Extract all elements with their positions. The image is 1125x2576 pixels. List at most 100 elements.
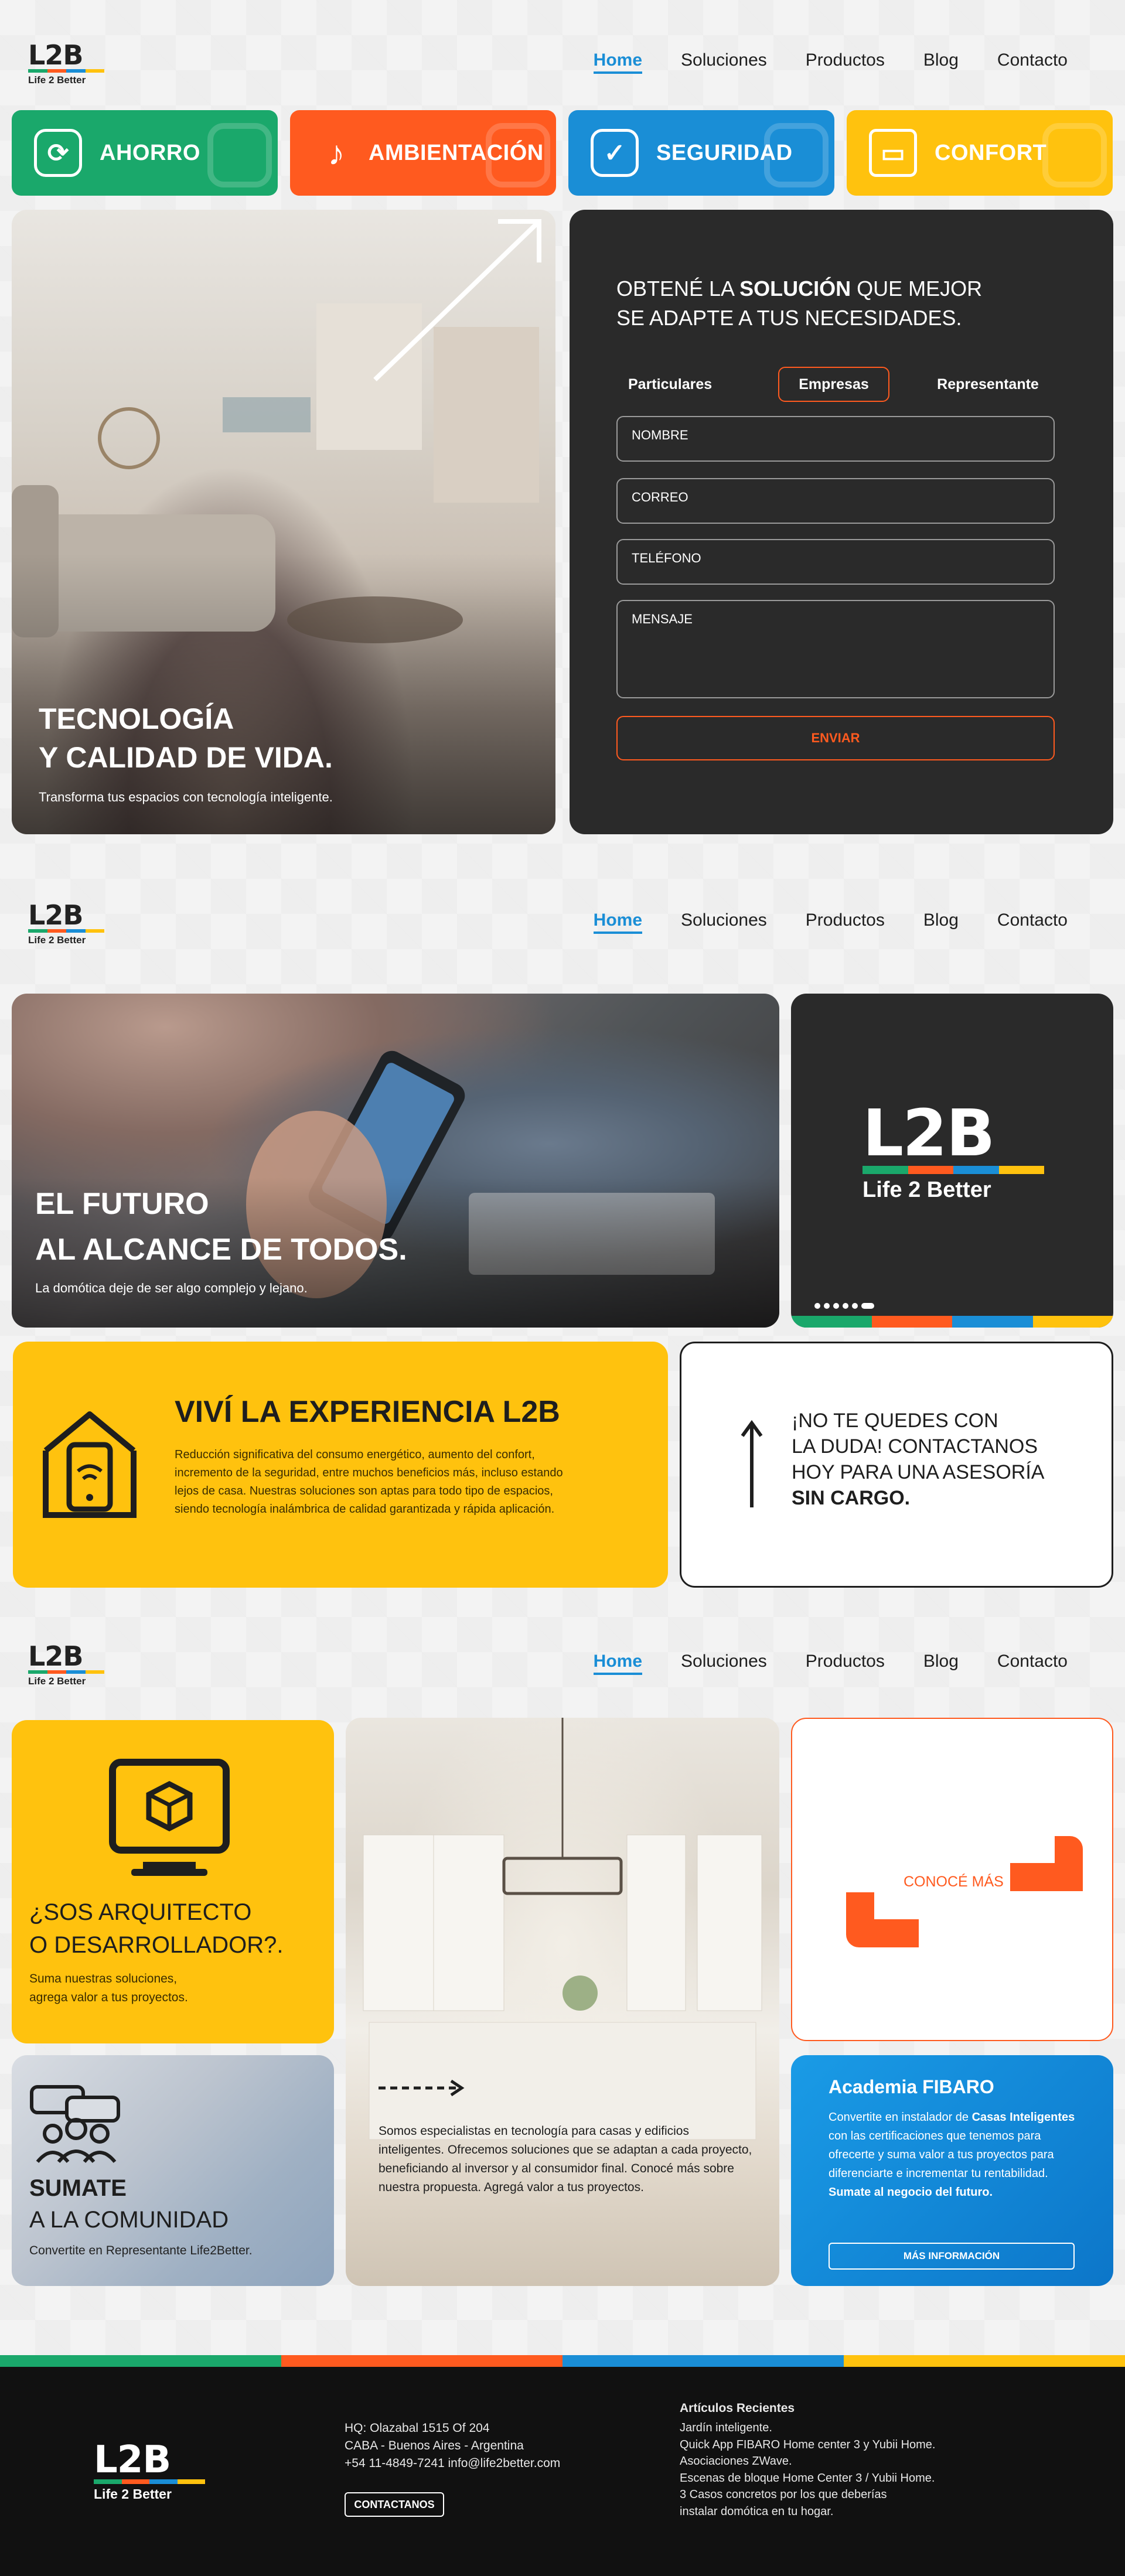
- footer-logo[interactable]: L2B Life 2 Better: [94, 2438, 205, 2502]
- experience-body: Reducción significativa del consumo ener…: [175, 1448, 563, 1516]
- nav-home[interactable]: Home: [593, 50, 643, 74]
- brand-tagline: Life 2 Better: [862, 1178, 991, 1202]
- category-ahorro[interactable]: ⟳ AHORRO: [12, 110, 278, 196]
- recent-article-link[interactable]: instalar domótica en tu hogar.: [680, 2503, 935, 2520]
- conoce-mas-label: CONOCÉ MÁS: [904, 1874, 1004, 1890]
- energy-icon: ⟳: [34, 129, 82, 177]
- nav-productos[interactable]: Productos: [806, 1652, 885, 1671]
- community-body: Convertite en Representante Life2Better.: [29, 2244, 253, 2257]
- conoce-mas-card[interactable]: CONOCÉ MÁS: [791, 1718, 1113, 2041]
- academy-body: Convertite en instalador de Casas Inteli…: [829, 2111, 1075, 2199]
- recent-article-link[interactable]: Quick App FIBARO Home center 3 y Yubii H…: [680, 2437, 935, 2454]
- nav-productos[interactable]: Productos: [806, 50, 885, 70]
- form-tabs: Particulares Empresas Representante: [616, 367, 1058, 402]
- brand-logo-large: L2B Life 2 Better: [862, 1096, 1044, 1203]
- nav-productos[interactable]: Productos: [806, 910, 885, 930]
- sofa-icon: ▭: [869, 129, 917, 177]
- logo-tagline: Life 2 Better: [28, 1676, 86, 1687]
- contact-cta-text: ¡NO TE QUEDES CON LA DUDA! CONTACTANOS H…: [792, 1410, 1045, 1509]
- site-header-3: L2B Life 2 Better Home Soluciones Produc…: [0, 1601, 1125, 1687]
- nav-contacto[interactable]: Contacto: [997, 1652, 1068, 1671]
- architect-body: Suma nuestras soluciones, agrega valor a…: [29, 1972, 188, 2004]
- academy-title: Academia FIBARO: [829, 2076, 994, 2097]
- experience-card: VIVÍ LA EXPERIENCIA L2B Reducción signif…: [13, 1342, 668, 1588]
- ghost-icon: [207, 123, 272, 187]
- future-title: EL FUTURO AL ALCANCE DE TODOS.: [35, 1187, 407, 1267]
- logo-mark: L2B: [28, 899, 83, 931]
- site-header: L2B Life 2 Better Home Soluciones Produc…: [0, 0, 1125, 86]
- recent-articles-list: Jardín inteligente. Quick App FIBARO Hom…: [680, 2420, 935, 2520]
- category-seguridad[interactable]: ✓ SEGURIDAD: [568, 110, 834, 196]
- footer-address: HQ: Olazabal 1515 Of 204 CABA - Buenos A…: [345, 2421, 561, 2470]
- recent-article-link[interactable]: Escenas de bloque Home Center 3 / Yubii …: [680, 2470, 935, 2487]
- nav-blog[interactable]: Blog: [923, 910, 959, 930]
- main-nav: Home Soluciones Productos Blog Contacto: [555, 50, 1068, 74]
- site-footer: L2B Life 2 Better HQ: Olazabal 1515 Of 2…: [0, 2355, 1125, 2576]
- architect-card[interactable]: ¿SOS ARQUITECTO O DESARROLLADOR?. Suma n…: [12, 1720, 334, 2043]
- main-nav: Home Soluciones Productos Blog Contacto: [555, 1652, 1068, 1675]
- hero-subtitle: Transforma tus espacios con tecnología i…: [39, 790, 333, 804]
- shield-home-icon: ✓: [591, 129, 639, 177]
- community-card[interactable]: SUMATE A LA COMUNIDAD Convertite en Repr…: [12, 2055, 334, 2286]
- nav-soluciones[interactable]: Soluciones: [681, 910, 767, 930]
- experience-title: VIVÍ LA EXPERIENCIA L2B: [175, 1395, 560, 1429]
- logo-color-bar: [28, 1670, 104, 1674]
- community-title: SUMATE A LA COMUNIDAD: [29, 2175, 229, 2233]
- brand-color-bar: [862, 1166, 1044, 1174]
- tab-empresas[interactable]: Empresas: [778, 367, 889, 402]
- message-field[interactable]: MENSAJE: [616, 600, 1055, 698]
- ghost-icon: [1042, 123, 1107, 187]
- footer-logo-mark: L2B: [94, 2438, 171, 2482]
- site-header-2: L2B Life 2 Better Home Soluciones Produc…: [0, 860, 1125, 946]
- recent-article-link[interactable]: 3 Casos concretos por los que deberías: [680, 2486, 935, 2503]
- nav-soluciones[interactable]: Soluciones: [681, 50, 767, 70]
- tab-particulares[interactable]: Particulares: [616, 367, 734, 402]
- nav-contacto[interactable]: Contacto: [997, 910, 1068, 930]
- brand-mark: L2B: [862, 1096, 995, 1171]
- main-nav: Home Soluciones Productos Blog Contacto: [555, 910, 1068, 934]
- email-field[interactable]: CORREO: [616, 478, 1055, 524]
- hero-title: TECNOLOGÍA Y CALIDAD DE VIDA.: [39, 702, 333, 774]
- specialists-text: Somos especialistas en tecnología para c…: [379, 2124, 752, 2194]
- contact-form-card: OBTENÉ LA SOLUCIÓN QUE MEJOR SE ADAPTE A…: [570, 210, 1113, 834]
- tab-representante[interactable]: Representante: [918, 367, 1058, 402]
- nav-soluciones[interactable]: Soluciones: [681, 1652, 767, 1671]
- phone-field[interactable]: TELÉFONO: [616, 539, 1055, 585]
- community-icon: [30, 2085, 120, 2163]
- future-subtitle: La domótica deje de ser algo complejo y …: [35, 1281, 308, 1295]
- logo-tagline: Life 2 Better: [28, 934, 86, 946]
- orange-corner-cutout: [1010, 1836, 1055, 1863]
- contact-cta-card[interactable]: ¡NO TE QUEDES CON LA DUDA! CONTACTANOS H…: [680, 1342, 1113, 1588]
- smart-home-phone-icon: [43, 1411, 137, 1518]
- nav-blog[interactable]: Blog: [923, 50, 959, 70]
- brand-stripe: [791, 1316, 1113, 1328]
- academy-card: Academia FIBARO Convertite en instalador…: [791, 2055, 1113, 2286]
- nav-home[interactable]: Home: [593, 910, 643, 934]
- logo[interactable]: L2B Life 2 Better: [28, 1643, 104, 1687]
- lamp-icon: ♪: [328, 134, 345, 172]
- recent-article-link[interactable]: Asociaciones ZWave.: [680, 2453, 935, 2470]
- carousel-dots[interactable]: [814, 1303, 874, 1309]
- name-field[interactable]: NOMBRE: [616, 416, 1055, 462]
- footer-logo-tagline: Life 2 Better: [94, 2486, 172, 2502]
- nav-home[interactable]: Home: [593, 1652, 643, 1675]
- logo-color-bar: [28, 929, 104, 933]
- footer-contact-button[interactable]: CONTACTANOS: [345, 2492, 444, 2517]
- category-label: CONFORT: [935, 140, 1047, 165]
- logo-color-bar: [28, 69, 104, 73]
- category-ambientacion[interactable]: ♪ AMBIENTACIÓN: [290, 110, 556, 196]
- kitchen-photo-card: Somos especialistas en tecnología para c…: [346, 1718, 779, 2286]
- footer-logo-bar: [94, 2479, 205, 2484]
- nav-blog[interactable]: Blog: [923, 1652, 959, 1671]
- logo[interactable]: L2B Life 2 Better: [28, 902, 104, 946]
- recent-article-link[interactable]: Jardín inteligente.: [680, 2420, 935, 2437]
- logo-tagline: Life 2 Better: [28, 74, 86, 86]
- architect-title: ¿SOS ARQUITECTO O DESARROLLADOR?.: [29, 1899, 284, 1958]
- nav-contacto[interactable]: Contacto: [997, 50, 1068, 70]
- brand-card: L2B Life 2 Better: [791, 994, 1113, 1328]
- ghost-icon: [486, 123, 550, 187]
- category-confort[interactable]: ▭ CONFORT: [847, 110, 1113, 196]
- logo[interactable]: L2B Life 2 Better: [28, 42, 104, 86]
- more-info-button[interactable]: MÁS INFORMACIÓN: [829, 2243, 1075, 2270]
- send-button[interactable]: ENVIAR: [616, 716, 1055, 760]
